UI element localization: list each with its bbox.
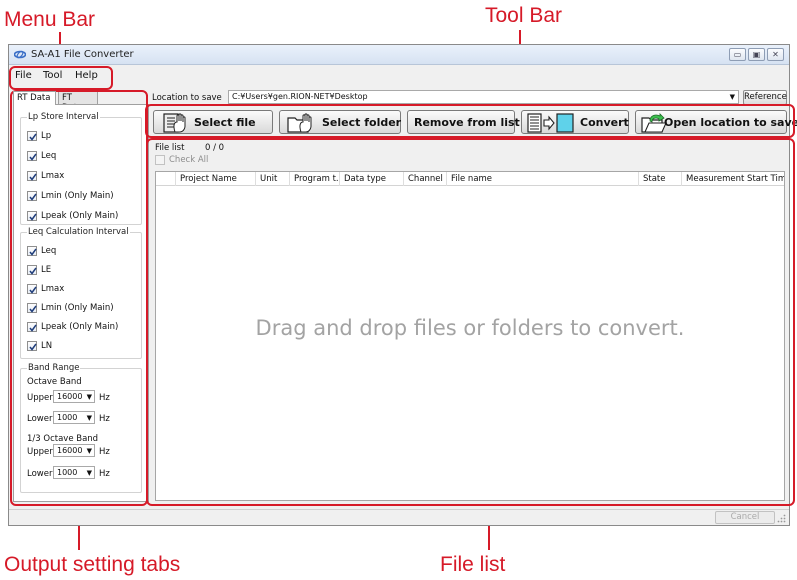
menu-bar: File Tool Help (9, 66, 789, 86)
title-bar: SA-A1 File Converter ▭ ▣ ✕ (9, 45, 789, 65)
maximize-button[interactable]: ▣ (748, 48, 765, 61)
close-button[interactable]: ✕ (767, 48, 784, 61)
status-bar: Cancel (9, 509, 789, 525)
file-list-highlight (146, 138, 795, 506)
tab-rt-data[interactable]: RT Data (13, 91, 56, 105)
reference-button[interactable]: Reference (743, 90, 787, 105)
location-label: Location to save (152, 93, 222, 103)
menu-bar-highlight (9, 66, 113, 90)
output-tabs-highlight (10, 90, 148, 506)
location-path: C:¥Users¥gen.RION-NET¥Desktop (232, 92, 368, 101)
cancel-button[interactable]: Cancel (715, 511, 775, 524)
tool-bar-highlight (145, 104, 795, 138)
window-title: SA-A1 File Converter (31, 49, 134, 60)
minimize-button[interactable]: ▭ (729, 48, 746, 61)
callout-file-list: File list (440, 553, 506, 576)
callout-output-tabs: Output setting tabs (4, 553, 181, 576)
resize-grip-icon[interactable] (777, 514, 786, 523)
callout-menu-bar: Menu Bar (4, 8, 96, 31)
callout-tool-bar: Tool Bar (485, 4, 563, 27)
app-icon (14, 50, 26, 59)
dropdown-arrow-icon: ▼ (729, 93, 735, 101)
location-path-field[interactable]: C:¥Users¥gen.RION-NET¥Desktop ▼ (228, 90, 739, 104)
